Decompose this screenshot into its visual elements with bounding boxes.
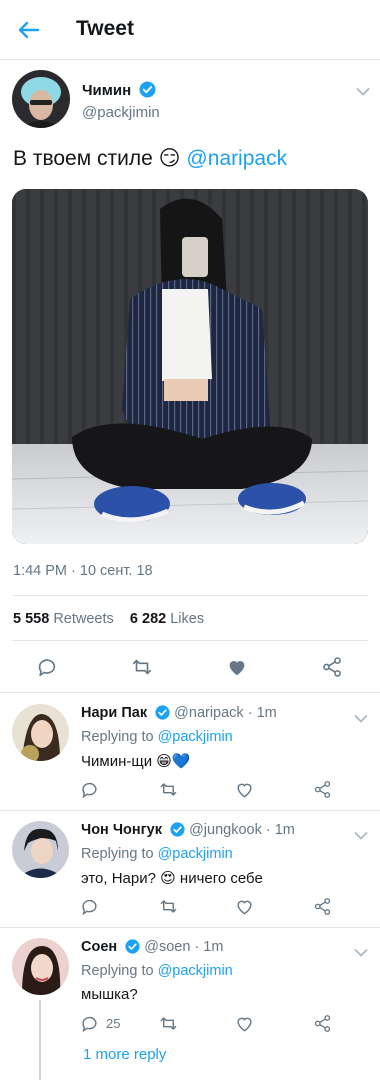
reply-header: Соен @soen · 1m <box>81 939 223 958</box>
replying-to-link[interactable]: @packjimin <box>158 963 233 979</box>
reply-header: Нари Пак @naripack · 1m <box>81 705 277 724</box>
likes-label: Likes <box>170 611 205 627</box>
like-heart-icon[interactable] <box>226 656 248 678</box>
author-name-text: Чимин <box>82 82 132 99</box>
divider <box>12 595 368 596</box>
chevron-down-icon[interactable] <box>354 828 368 840</box>
share-icon[interactable] <box>313 1014 332 1033</box>
reply-icon[interactable] <box>80 1014 99 1033</box>
retweets-stat[interactable]: 5 558 Retweets <box>13 611 114 627</box>
mention-link[interactable]: @naripack <box>186 147 287 170</box>
reply-tweet[interactable]: Соен @soen · 1m Replying to @packjimin м… <box>0 928 380 1080</box>
author-handle[interactable]: @packjimin <box>82 104 160 121</box>
reply-author-name[interactable]: Соен <box>81 939 117 955</box>
reply-header: Чон Чонгук @jungkook · 1m <box>81 822 295 841</box>
tweet-text-body: В твоем стиле <box>13 147 153 170</box>
reply-icon[interactable] <box>80 780 99 799</box>
retweet-icon[interactable] <box>131 656 153 678</box>
tweet-text: В твоем стиле 😏 @naripack <box>13 146 287 171</box>
share-icon[interactable] <box>321 656 343 678</box>
retweet-icon[interactable] <box>159 780 178 799</box>
like-heart-icon[interactable] <box>235 780 254 799</box>
tweet-photo[interactable] <box>12 189 368 544</box>
likes-count: 6 282 <box>129 611 167 627</box>
replying-label: Replying to <box>81 729 154 745</box>
like-heart-icon[interactable] <box>235 1014 254 1033</box>
verified-badge-icon <box>155 705 170 724</box>
reply-author-handle[interactable]: @naripack <box>174 705 244 721</box>
divider <box>12 640 368 641</box>
retweets-count: 5 558 <box>13 611 50 627</box>
share-icon[interactable] <box>313 897 332 916</box>
share-icon[interactable] <box>313 780 332 799</box>
chevron-down-icon[interactable] <box>356 84 370 96</box>
reply-icon[interactable] <box>36 656 58 678</box>
retweet-icon[interactable] <box>159 897 178 916</box>
page-title: Tweet <box>76 17 134 40</box>
reply-avatar[interactable] <box>12 704 69 761</box>
reply-tweet[interactable]: Нари Пак @naripack · 1m Replying to @pac… <box>0 694 380 811</box>
more-replies-link[interactable]: 1 more reply <box>83 1046 166 1063</box>
replying-to-link[interactable]: @packjimin <box>158 846 233 862</box>
tweet-timestamp[interactable]: 1:44 PM · 10 сент. 18 <box>13 563 153 579</box>
verified-badge-icon <box>125 939 140 958</box>
retweets-label: Retweets <box>53 611 114 627</box>
author-name[interactable]: Чимин <box>82 81 156 102</box>
reply-count: 25 <box>106 1016 121 1031</box>
replying-to: Replying to @packjimin <box>81 729 233 745</box>
reply-avatar[interactable] <box>12 938 69 995</box>
replying-to: Replying to @packjimin <box>81 963 233 979</box>
reply-author-name[interactable]: Нари Пак <box>81 705 147 721</box>
verified-badge-icon <box>139 81 156 102</box>
reply-time: · 1m <box>247 705 277 721</box>
reply-author-handle[interactable]: @jungkook <box>189 822 262 838</box>
reply-icon[interactable] <box>80 897 99 916</box>
reply-time: · 1m <box>265 822 295 838</box>
reply-author-name[interactable]: Чон Чонгук <box>81 822 162 838</box>
replying-label: Replying to <box>81 963 154 979</box>
likes-stat[interactable]: 6 282 Likes <box>130 611 204 627</box>
replying-to: Replying to @packjimin <box>81 846 233 862</box>
reply-author-handle[interactable]: @soen <box>144 939 190 955</box>
like-heart-icon[interactable] <box>235 897 254 916</box>
author-avatar[interactable] <box>12 70 70 128</box>
reply-tweet[interactable]: Чон Чонгук @jungkook · 1m Replying to @p… <box>0 811 380 928</box>
top-bar: Tweet <box>0 0 380 60</box>
chevron-down-icon[interactable] <box>354 711 368 723</box>
smirk-emoji: 😏 <box>158 147 181 170</box>
retweet-icon[interactable] <box>159 1014 178 1033</box>
reply-text: это, Нари? 😍 ничего себе <box>81 870 263 887</box>
tweet-stats: 5 558 Retweets 6 282 Likes <box>13 611 204 627</box>
reply-text: Чимин-щи 😁💙 <box>81 753 191 770</box>
main-tweet: Чимин @packjimin В твоем стиле 😏 @naripa… <box>0 60 380 693</box>
reply-avatar[interactable] <box>12 821 69 878</box>
reply-time: · 1m <box>194 939 224 955</box>
reply-text: мышка? <box>81 986 138 1003</box>
verified-badge-icon <box>170 822 185 841</box>
chevron-down-icon[interactable] <box>354 945 368 957</box>
replying-label: Replying to <box>81 846 154 862</box>
arrow-left-icon[interactable] <box>14 16 44 44</box>
replying-to-link[interactable]: @packjimin <box>158 729 233 745</box>
thread-line <box>39 1000 41 1080</box>
